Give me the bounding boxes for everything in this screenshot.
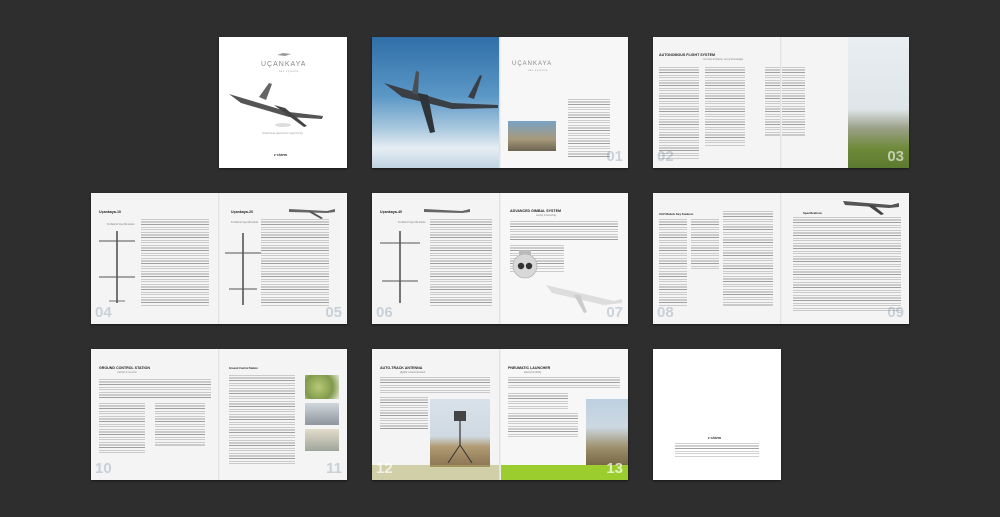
back-cover-address — [675, 443, 759, 457]
gutter — [218, 193, 220, 324]
back-cover-brand: z-sistem — [708, 435, 722, 440]
antenna-features — [380, 397, 428, 429]
gutter — [499, 349, 501, 480]
launcher-text — [508, 377, 620, 389]
spread-gimbal: Uçankaya-40 Technical Specifications ADV… — [372, 193, 628, 324]
gutter — [218, 349, 220, 480]
page-number-08: 08 — [657, 304, 674, 321]
drone-sideview-40 — [424, 209, 470, 213]
gimbal-page: ADVANCED GIMBAL SYSTEM seeing is knowing… — [500, 193, 628, 324]
antenna-tripod-icon — [447, 411, 473, 464]
drone-photo — [384, 71, 498, 133]
autonomous-subtitle: not only airframe, out of knowledge — [703, 58, 744, 61]
page-number-05: 05 — [325, 304, 342, 321]
key-features-title: UAV Models Key Features — [659, 212, 694, 216]
cover-logo-sub: uav systems — [279, 70, 299, 73]
autonomous-text-col3 — [765, 67, 805, 137]
launcher-features — [508, 393, 568, 409]
specifications-table — [793, 217, 901, 311]
gcs-list-left — [99, 403, 145, 453]
antenna-subtitle: digital communication — [400, 371, 426, 374]
gimbal-text — [510, 221, 618, 241]
gcs-subtitle: control is success — [117, 371, 137, 374]
cover-page: UÇANKAYA uav systems Situational Awarene… — [219, 37, 347, 168]
gutter — [780, 193, 782, 324]
gcs-list-right — [155, 403, 205, 447]
autonomous-text-col1 — [659, 67, 699, 159]
spread-intro: UÇANKAYA uav systems 01 — [372, 37, 628, 168]
page-number-13: 13 — [606, 460, 623, 477]
model-20-title: Uçankaya-20 — [231, 210, 253, 214]
intro-logo-sub: uav systems — [528, 69, 548, 72]
autonomous-text-col2 — [705, 67, 745, 147]
launcher-photo — [586, 399, 628, 469]
features-col2 — [691, 219, 719, 269]
spread-key-features: UAV Models Key Features Specifications 0… — [653, 193, 909, 324]
gcs-map-photo — [305, 375, 339, 399]
spread-autonomous: AUTONOMOUS FLIGHT SYSTEM not only airfra… — [653, 37, 909, 168]
gcs-console-photo — [305, 403, 339, 425]
features-col1 — [659, 219, 687, 307]
model-40-title: Uçankaya-40 — [380, 210, 402, 214]
page-number-06: 06 — [376, 304, 393, 321]
page-number-10: 10 — [95, 460, 112, 477]
intro-logo: UÇANKAYA — [512, 61, 553, 67]
gutter — [499, 37, 501, 168]
launcher-page: PNEUMATIC LAUNCHER takeoff mobility 13 — [500, 349, 628, 480]
drone-topview-10 — [99, 231, 135, 303]
page-number-04: 04 — [95, 304, 112, 321]
page-number-03: 03 — [887, 148, 904, 165]
intro-photo — [508, 121, 556, 151]
launcher-specs — [508, 413, 578, 439]
features-col3 — [723, 211, 773, 307]
page-number-01: 01 — [606, 148, 623, 165]
intro-toc — [568, 99, 610, 157]
drone-sideview-20 — [289, 209, 335, 219]
spread-antenna-launcher: AUTO-TRACK ANTENNA digital communication… — [372, 349, 628, 480]
cover-brand: z-sistem — [274, 152, 288, 157]
gcs-title: GROUND CONTROL STATION — [99, 366, 150, 370]
page-number-07: 07 — [606, 304, 623, 321]
specifications-title: Specifications — [803, 211, 822, 215]
gutter — [780, 37, 782, 168]
launcher-subtitle: takeoff mobility — [524, 371, 542, 374]
spec-table-40 — [430, 219, 492, 307]
drone-features — [843, 201, 899, 215]
gcs-intro-text — [99, 379, 211, 399]
spread-uckaya-10-20: Uçankaya-10 Technical Specifications Uça… — [91, 193, 347, 324]
gcs-screen-photo — [305, 429, 339, 451]
spec-table-10 — [141, 219, 209, 307]
gimbal-title: ADVANCED GIMBAL SYSTEM — [510, 209, 561, 213]
gimbal-subtitle: seeing is knowing — [536, 214, 556, 217]
back-cover-page: z-sistem — [653, 349, 781, 480]
drone-illustration — [229, 53, 323, 127]
drone-topview-40 — [380, 231, 420, 303]
page-number-02: 02 — [657, 148, 674, 165]
cover-logo: UÇANKAYA — [261, 61, 307, 68]
antenna-text — [380, 377, 490, 393]
page-number-09: 09 — [887, 304, 904, 321]
cover-tagline: Situational Awareness Superiority — [262, 131, 303, 135]
spread-intro-right: UÇANKAYA uav systems 01 — [500, 37, 628, 168]
page-number-12: 12 — [376, 460, 393, 477]
spec-table-20 — [261, 219, 329, 307]
launcher-title: PNEUMATIC LAUNCHER — [508, 366, 551, 370]
gimbal-camera-icon — [512, 250, 538, 279]
page-number-11: 11 — [326, 460, 342, 477]
autonomous-title: AUTONOMOUS FLIGHT SYSTEM — [659, 53, 716, 57]
drone-topview-20 — [225, 233, 261, 305]
antenna-title: AUTO-TRACK ANTENNA — [380, 366, 423, 370]
gcs-table — [229, 375, 295, 465]
model-10-title: Uçankaya-10 — [99, 210, 121, 214]
gutter — [499, 193, 501, 324]
spread-ground-control: GROUND CONTROL STATION control is succes… — [91, 349, 347, 480]
gcs-table-title: Ground Control Station — [229, 367, 258, 370]
